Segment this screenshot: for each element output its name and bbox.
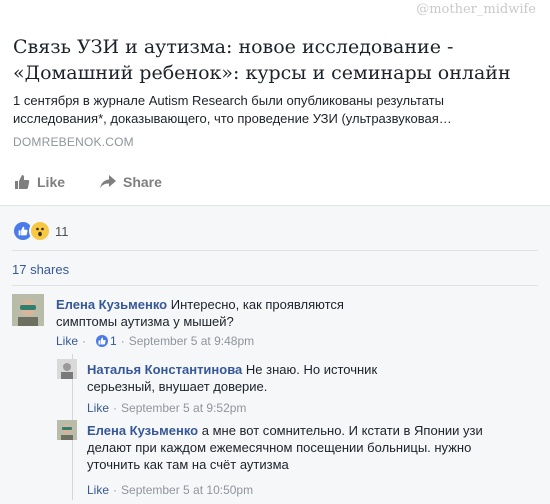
post-actions-bar: Like Share — [0, 161, 550, 206]
comment-like-link[interactable]: Like — [87, 483, 109, 497]
comment-body: Елена Кузьменко Интересно, как проявляют… — [56, 296, 386, 330]
avatar[interactable] — [57, 420, 77, 440]
link-domain: DOMREBENOK.COM — [13, 135, 134, 149]
comment-meta: Like · September 5 at 9:52pm — [87, 401, 246, 415]
comment-time[interactable]: September 5 at 10:50pm — [121, 483, 253, 497]
divider — [12, 285, 538, 286]
share-arrow-icon — [100, 175, 116, 189]
link-preview-text[interactable]: Связь УЗИ и аутизма: новое исследование … — [13, 34, 537, 149]
divider — [12, 250, 538, 251]
separator-dot: · — [113, 483, 118, 497]
reply-comment: Наталья Константинова Не знаю. Но источн… — [57, 359, 537, 415]
comment-like-link[interactable]: Like — [56, 334, 78, 348]
comment-like-link[interactable]: Like — [87, 401, 109, 415]
comment-meta: Like · September 5 at 10:50pm — [87, 483, 253, 497]
comment-time[interactable]: September 5 at 9:52pm — [121, 401, 246, 415]
comment-author[interactable]: Елена Кузьменко — [56, 297, 167, 312]
reply-comment: Елена Кузьменко а мне вот сомнительно. И… — [57, 420, 537, 500]
wow-reaction-icon — [29, 220, 51, 242]
separator-dot: · — [82, 334, 87, 348]
avatar[interactable] — [12, 294, 44, 326]
avatar[interactable] — [57, 359, 77, 379]
separator-dot: · — [120, 334, 125, 348]
like-button[interactable]: Like — [14, 174, 65, 190]
comment-body: Наталья Константинова Не знаю. Но источн… — [87, 361, 387, 395]
like-label: Like — [37, 174, 66, 190]
comment-like-count[interactable]: 1 — [110, 334, 117, 348]
comment-author[interactable]: Елена Кузьменко — [87, 423, 198, 438]
comment-meta: Like · 1 · September 5 at 9:48pm — [56, 334, 254, 348]
separator-dot: · — [113, 401, 118, 415]
link-description: 1 сентября в журнале Autism Research был… — [13, 93, 452, 126]
reactions-count: 11 — [55, 223, 69, 239]
comment-time[interactable]: September 5 at 9:48pm — [129, 334, 254, 348]
share-label: Share — [123, 174, 162, 190]
link-title[interactable]: Связь УЗИ и аутизма: новое исследование … — [13, 34, 537, 86]
watermark-text: @mother_midwife — [416, 2, 536, 17]
comments-section: 11 17 shares Елена Кузьменко Интересно, … — [0, 206, 550, 504]
shares-count-link[interactable]: 17 shares — [12, 262, 69, 277]
comment: Елена Кузьменко Интересно, как проявляют… — [12, 294, 538, 354]
share-button[interactable]: Share — [100, 174, 162, 190]
thumbs-up-icon — [15, 175, 30, 189]
link-preview-image: @mother_midwife — [0, 0, 550, 24]
link-preview-card[interactable]: @mother_midwife Связь УЗИ и аутизма: нов… — [0, 0, 550, 162]
comment-author[interactable]: Наталья Константинова — [87, 362, 242, 377]
reactions-summary[interactable]: 11 — [12, 220, 69, 242]
comment-body: Елена Кузьменко а мне вот сомнительно. И… — [87, 422, 507, 473]
mini-like-icon — [96, 335, 109, 347]
